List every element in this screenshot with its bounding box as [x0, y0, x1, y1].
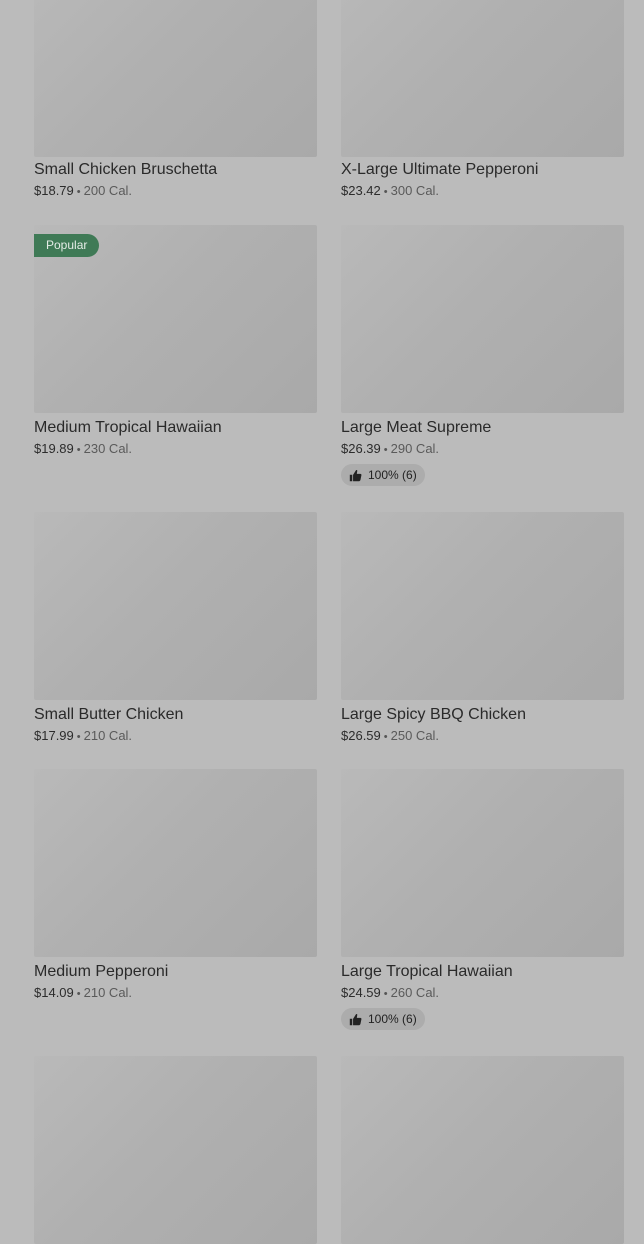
menu-item-price: $26.39: [341, 441, 381, 456]
menu-item-image: [34, 769, 317, 957]
menu-item-card[interactable]: Medium Pepperoni $14.09 • 210 Cal.: [34, 769, 317, 1056]
menu-item-meta: $26.59 • 250 Cal.: [341, 728, 624, 745]
menu-item-calories: 250 Cal.: [390, 728, 440, 743]
menu-item-image: [341, 225, 624, 413]
thumbs-up-icon: [349, 469, 362, 481]
menu-item-card[interactable]: [341, 0, 624, 157]
rating-pill: 100% (6): [341, 1008, 425, 1030]
menu-item-meta: $24.59 • 260 Cal.: [341, 985, 624, 1002]
menu-item-price: $17.99: [34, 728, 74, 743]
menu-item-card[interactable]: Large Spicy BBQ Chicken $26.59 • 250 Cal.: [341, 512, 624, 769]
separator-dot: •: [76, 186, 81, 198]
menu-item-price: $19.89: [34, 441, 74, 456]
menu-item-name: Small Chicken Bruschetta: [34, 161, 218, 178]
menu-item-image: [34, 1056, 317, 1244]
separator-dot: •: [383, 444, 388, 456]
menu-item-meta: $19.89 • 230 Cal.: [34, 441, 317, 458]
menu-item-grid: Small Chicken Bruschetta $18.79 • 200 Cal.…: [34, 0, 624, 1244]
menu-item-calories: 230 Cal.: [83, 441, 133, 456]
menu-item-card[interactable]: Popular Medium Tropical Hawaiian $19.89 •…: [34, 225, 317, 512]
menu-item-info[interactable]: Small Chicken Bruschetta $18.79 • 200 Cal.: [34, 155, 317, 225]
menu-item-card[interactable]: [34, 1056, 317, 1244]
menu-item-calories: 290 Cal.: [390, 441, 440, 456]
menu-item-card[interactable]: [341, 1056, 624, 1244]
menu-item-calories: 210 Cal.: [83, 985, 133, 1000]
menu-item-price: $26.59: [341, 728, 381, 743]
menu-item-name: Medium Tropical Hawaiian: [34, 419, 222, 436]
menu-item-price: $18.79: [34, 183, 74, 198]
menu-item-name: Large Tropical Hawaiian: [341, 963, 513, 980]
menu-item-card[interactable]: Small Butter Chicken $17.99 • 210 Cal.: [34, 512, 317, 769]
menu-item-meta: $18.79 • 200 Cal.: [34, 183, 317, 200]
menu-item-image: Popular: [34, 225, 317, 413]
menu-item-name: Large Spicy BBQ Chicken: [341, 706, 526, 723]
menu-item-info[interactable]: X-Large Ultimate Pepperoni $23.42 • 300 Ca…: [341, 155, 624, 225]
menu-item-price: $14.09: [34, 985, 74, 1000]
menu-item-calories: 300 Cal.: [390, 183, 440, 198]
separator-dot: •: [76, 988, 81, 1000]
menu-item-meta: $23.42 • 300 Cal.: [341, 183, 624, 200]
separator-dot: •: [76, 444, 81, 456]
menu-item-name: Medium Pepperoni: [34, 963, 169, 980]
menu-item-meta: $17.99 • 210 Cal.: [34, 728, 317, 745]
menu-item-image: [341, 512, 624, 700]
menu-item-calories: 200 Cal.: [83, 183, 133, 198]
separator-dot: •: [383, 731, 388, 743]
menu-item-price: $24.59: [341, 985, 381, 1000]
menu-item-image: [341, 769, 624, 957]
menu-item-name: Large Meat Supreme: [341, 419, 492, 436]
separator-dot: •: [383, 988, 388, 1000]
menu-item-meta: $14.09 • 210 Cal.: [34, 985, 317, 1002]
menu-item-price: $23.42: [341, 183, 381, 198]
popular-badge: Popular: [34, 234, 100, 257]
menu-item-card[interactable]: [34, 0, 317, 157]
rating-value: 100% (6): [368, 468, 417, 482]
thumbs-up-icon: [349, 1013, 362, 1025]
rating-pill: 100% (6): [341, 464, 425, 486]
separator-dot: •: [76, 731, 81, 743]
menu-item-image: [34, 0, 317, 157]
separator-dot: •: [383, 186, 388, 198]
menu-item-image: [341, 1056, 624, 1244]
menu-item-calories: 260 Cal.: [390, 985, 440, 1000]
menu-item-calories: 210 Cal.: [83, 728, 133, 743]
menu-item-name: Small Butter Chicken: [34, 706, 184, 723]
menu-item-card[interactable]: Large Tropical Hawaiian $24.59 • 260 Cal. …: [341, 769, 624, 1056]
menu-item-name: X-Large Ultimate Pepperoni: [341, 161, 539, 178]
menu-item-image: [34, 512, 317, 700]
menu-item-image: [341, 0, 624, 157]
rating-value: 100% (6): [368, 1012, 417, 1026]
menu-item-card[interactable]: Large Meat Supreme $26.39 • 290 Cal. 100% …: [341, 225, 624, 512]
menu-item-meta: $26.39 • 290 Cal.: [341, 441, 624, 458]
